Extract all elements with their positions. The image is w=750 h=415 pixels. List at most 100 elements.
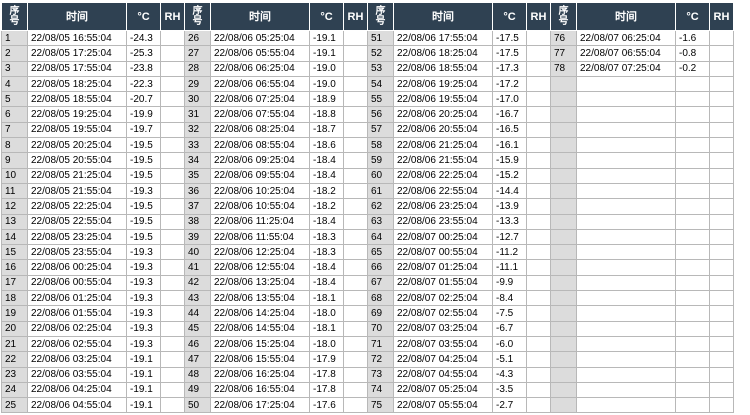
rh-cell [526, 335, 551, 353]
table-row: 18 22/08/06 01:25:04 -19.3 43 22/08/06 13:55… [1, 290, 734, 307]
time-cell [576, 75, 676, 93]
time-cell: 22/08/06 11:55:04 [210, 228, 310, 246]
table-row: 2 22/08/05 17:25:04 -25.3 27 22/08/06 05:55:… [1, 45, 734, 62]
temp-cell: -19.1 [309, 29, 344, 47]
seq-cell: 46 [184, 335, 211, 353]
temp-cell [675, 137, 710, 154]
rh-cell [343, 75, 368, 93]
time-cell: 22/08/06 00:25:04 [27, 259, 127, 276]
seq-cell: 12 [1, 198, 28, 215]
temp-cell: -13.9 [492, 198, 527, 215]
table-row: 17 22/08/06 00:55:04 -19.3 42 22/08/06 13:25… [1, 274, 734, 292]
rh-cell [526, 274, 551, 292]
seq-cell: 61 [367, 182, 394, 200]
temp-cell [675, 106, 710, 123]
temp-cell [675, 320, 710, 337]
seq-cell: 39 [184, 228, 211, 246]
seq-cell [550, 121, 577, 139]
rh-cell [343, 274, 368, 292]
temp-cell: -18.0 [309, 305, 344, 322]
rh-cell [160, 290, 185, 307]
temp-cell: -20.7 [126, 91, 161, 108]
seq-cell [550, 75, 577, 93]
temp-cell: -19.5 [126, 198, 161, 215]
seq-cell [550, 91, 577, 108]
rh-cell [709, 259, 734, 276]
seq-cell: 26 [184, 29, 211, 47]
rh-cell [709, 91, 734, 108]
temp-cell: -18.6 [309, 137, 344, 154]
temp-cell: -18.4 [309, 259, 344, 276]
seq-cell: 59 [367, 152, 394, 169]
temp-cell: -18.4 [309, 152, 344, 169]
table-row: 11 22/08/05 21:55:04 -19.3 36 22/08/06 10:25… [1, 182, 734, 200]
table-row: 20 22/08/06 02:25:04 -19.3 45 22/08/06 14:55… [1, 320, 734, 337]
temp-cell: -19.3 [126, 274, 161, 292]
temp-cell: -22.3 [126, 75, 161, 93]
rh-cell [343, 366, 368, 383]
temp-cell [675, 213, 710, 230]
table-row: 23 22/08/06 03:55:04 -19.1 48 22/08/06 16:25… [1, 366, 734, 383]
rh-cell [343, 228, 368, 246]
rh-cell [343, 152, 368, 169]
time-cell: 22/08/06 04:55:04 [27, 397, 127, 414]
rh-cell [343, 351, 368, 368]
temp-cell: -8.4 [492, 290, 527, 307]
temp-cell: -17.3 [492, 60, 527, 77]
rh-cell [709, 167, 734, 184]
temp-cell: -19.3 [126, 305, 161, 322]
rh-header: RH [160, 2, 185, 31]
temp-cell: -17.8 [309, 381, 344, 399]
rh-cell [709, 121, 734, 139]
rh-cell [526, 381, 551, 399]
rh-header: RH [709, 2, 734, 31]
time-cell: 22/08/06 09:55:04 [210, 167, 310, 184]
seq-cell: 50 [184, 397, 211, 414]
seq-cell: 56 [367, 106, 394, 123]
time-cell: 22/08/06 02:55:04 [27, 335, 127, 353]
temp-cell: -24.3 [126, 29, 161, 47]
time-cell: 22/08/05 22:25:04 [27, 198, 127, 215]
rh-cell [526, 351, 551, 368]
temp-header: °C [309, 2, 344, 31]
rh-cell [526, 397, 551, 414]
time-cell: 22/08/06 17:25:04 [210, 397, 310, 414]
rh-cell [343, 290, 368, 307]
rh-cell [526, 228, 551, 246]
rh-cell [709, 198, 734, 215]
time-cell: 22/08/06 08:55:04 [210, 137, 310, 154]
time-header: 时间 [27, 2, 127, 31]
temp-cell: -18.0 [309, 335, 344, 353]
time-cell [576, 167, 676, 184]
rh-cell [526, 320, 551, 337]
seq-cell: 63 [367, 213, 394, 230]
time-cell [576, 290, 676, 307]
seq-cell: 47 [184, 351, 211, 368]
seq-cell: 18 [1, 290, 28, 307]
temp-cell [675, 381, 710, 399]
temp-cell: -19.1 [126, 351, 161, 368]
temp-header: °C [492, 2, 527, 31]
rh-cell [709, 397, 734, 414]
rh-cell [160, 45, 185, 62]
seq-cell: 37 [184, 198, 211, 215]
seq-cell: 14 [1, 228, 28, 246]
time-cell: 22/08/07 07:25:04 [576, 60, 676, 77]
temp-cell: -18.2 [309, 182, 344, 200]
rh-cell [160, 198, 185, 215]
time-cell [576, 121, 676, 139]
seq-cell: 20 [1, 320, 28, 337]
table-row: 7 22/08/05 19:55:04 -19.7 32 22/08/06 08:25:… [1, 121, 734, 139]
rh-cell [343, 29, 368, 47]
rh-cell [343, 320, 368, 337]
temp-cell: -19.0 [309, 75, 344, 93]
seq-cell [550, 381, 577, 399]
time-cell [576, 274, 676, 292]
seq-cell: 22 [1, 351, 28, 368]
temp-cell: -17.0 [492, 91, 527, 108]
seq-cell: 58 [367, 137, 394, 154]
seq-cell: 48 [184, 366, 211, 383]
seq-cell: 65 [367, 244, 394, 261]
seq-cell: 74 [367, 381, 394, 399]
time-cell: 22/08/05 21:55:04 [27, 182, 127, 200]
